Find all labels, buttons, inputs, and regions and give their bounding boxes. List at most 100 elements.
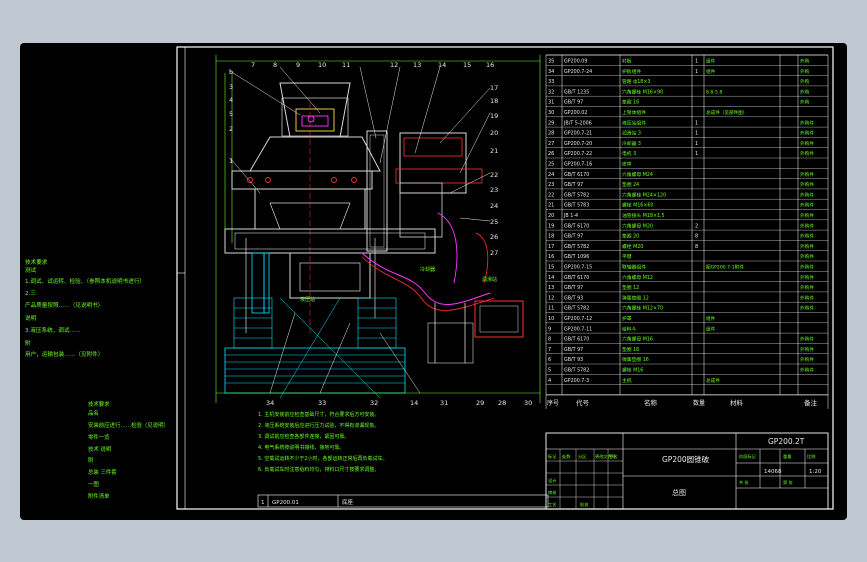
scale-value: 1:20 [809,469,822,475]
parts-row-code: GB/T 5782 [564,244,589,250]
parts-row-code: GB/T 6170 [564,275,589,281]
parts-row-code: GP200.02 [564,110,587,116]
title-block: GP200.2T GP200圆锥破 总图 14068 1:20 标记 处数 分区… [545,432,829,510]
title-block-label: 批准 [580,501,588,508]
parts-row-code: GB/T 93 [564,357,583,363]
parts-row-name: 油管接头 M18×1.5 [622,212,665,219]
parts-row-note: 外购件 [800,253,814,260]
callout-label: 14 [410,399,418,407]
parts-row-name: 弹簧垫圈 16 [622,356,649,363]
parts-row-name: 六角螺母 M12 [622,274,653,281]
leader-label: 液压站 [300,296,315,303]
title-block-label: 工艺 [548,502,556,507]
left-notes-block2: 技术要求 品名 安装前应进行……检验（见说明） 零件一览 技术 说明 附 总装 … [88,400,169,500]
callout-label: 14 [438,61,446,69]
parts-row-name: 上架体组件 [622,109,646,116]
leader-label: 润滑站 [482,276,497,283]
parts-row-no: 15 [548,265,554,271]
note-line: 5. 空载试运转不少于2小时，各部运转正常后再负载试车。 [258,455,388,462]
parts-row-no: 6 [548,357,551,363]
parts-row-name: 垫圈 20 [622,233,639,240]
callout-label: 9 [296,61,300,69]
callout-label: 10 [318,61,326,69]
callouts-top: 7 8 9 10 11 12 13 14 15 16 [251,61,494,69]
callout-label: 15 [463,61,471,69]
parts-row-code: GB/T 5782 [564,192,589,198]
drawing-canvas[interactable]: 技术要求 测试 1.调试、试运转、检验、（参照本机说明书进行） 2.三 产品质量… [20,43,847,520]
crusher-assembly-view [215,54,541,404]
parts-row-code: JB 1-4 [563,213,578,219]
parts-row-code: GB/T 97 [564,182,583,188]
parts-row-code: GB/T 5782 [564,306,589,312]
note-line: 1. 主机安装前应检查基础尺寸，符合要求后方可安装。 [258,411,379,418]
callout-label: 11 [342,61,350,69]
parts-row-code: GP200.7-16 [564,162,592,168]
parts-row-no: 31 [548,100,554,106]
note-line: 附 [25,339,31,347]
parts-row-name: 螺栓 M16×60 [622,202,654,209]
parts-row-code: GP200.7-12 [564,316,592,322]
parts-row-no: 8 [548,337,551,343]
parts-row-no: 7 [548,347,551,353]
parts-row-code: GP200.7-3 [564,378,589,384]
parts-row-name: 护罩 [622,315,632,322]
parts-row-note: 外购件 [800,140,814,147]
parts-row-no: 33 [548,79,554,85]
parts-row-name: 电机 3 [622,150,636,157]
parts-row-no: 27 [548,141,554,147]
parts-row-no: 16 [548,254,554,260]
note-line: 1.调试、试运转、检验、（参照本机说明书进行） [25,277,145,285]
parts-row-note: 外购 [800,88,810,95]
parts-header: 序号 [547,399,559,407]
parts-row-material: 总成件 [706,377,720,384]
bottom-row-code: GP200.01 [272,500,299,506]
parts-row-code: GB/T 97 [564,100,583,106]
parts-row-no: 21 [548,203,554,209]
parts-row-name: 衬板 [622,58,632,65]
parts-row-qty: 8 [695,234,698,240]
parts-row-qty: 1 [695,141,698,147]
parts-row-name: 联轴器组件 [622,264,646,271]
parts-row-name: 垫圈 16 [622,99,639,106]
parts-row-name: 六角螺母 M24 [622,171,653,178]
note-line: 技术要求 [25,258,48,266]
parts-row-material: 总成件（见部件图） [706,109,747,116]
parts-row-code: GP200.7-22 [564,151,592,157]
cad-viewport: 技术要求 测试 1.调试、试运转、检验、（参照本机说明书进行） 2.三 产品质量… [0,0,867,562]
callout-label: 3 [229,83,233,91]
parts-row-code: GB/T 6170 [564,223,589,229]
note-line: 2.三 [25,290,36,297]
parts-row-name: 螺栓 M20 [622,243,643,250]
parts-row-note: 外购件 [800,274,814,281]
parts-row-name: 六角螺栓 M12×70 [622,305,663,312]
title-block-label: 签名 [609,453,617,460]
title-block-label: 标记 [548,453,557,460]
callout-label: 23 [490,186,498,194]
parts-header: 数量 [693,399,705,407]
parts-row-code: GB/T 93 [564,295,583,301]
parts-row-code: GP200.7-20 [564,141,592,147]
callout-label: 2 [229,125,233,133]
parts-row-no: 18 [548,234,554,240]
callout-label: 13 [413,61,421,69]
note-line: 总装 三件套 [88,468,117,476]
parts-row-no: 17 [548,244,554,250]
parts-row-no: 25 [548,162,554,168]
note-line: 品名 [88,409,99,417]
callout-label: 34 [266,399,274,407]
parts-row-qty: 1 [695,131,698,137]
assembly-drawing: 技术要求 测试 1.调试、试运转、检验、（参照本机说明书进行） 2.三 产品质量… [25,46,834,510]
parts-row-no: 13 [548,285,554,291]
parts-row-note: 外购件 [800,367,814,374]
bottom-row: 1 GP200.01 底座 [257,494,549,508]
note-line: 测试 [25,266,37,274]
parts-row-no: 28 [548,131,554,137]
parts-row-no: 11 [548,306,554,312]
parts-header: 备注 [804,398,818,407]
title-block-label: 阶段标记 [739,453,757,460]
parts-row-no: 12 [548,295,554,301]
callout-label: 31 [440,399,448,407]
callout-label: 17 [490,84,498,92]
parts-row-name: 螺栓 M16 [622,367,643,374]
parts-row-note: 外购件 [800,264,814,271]
